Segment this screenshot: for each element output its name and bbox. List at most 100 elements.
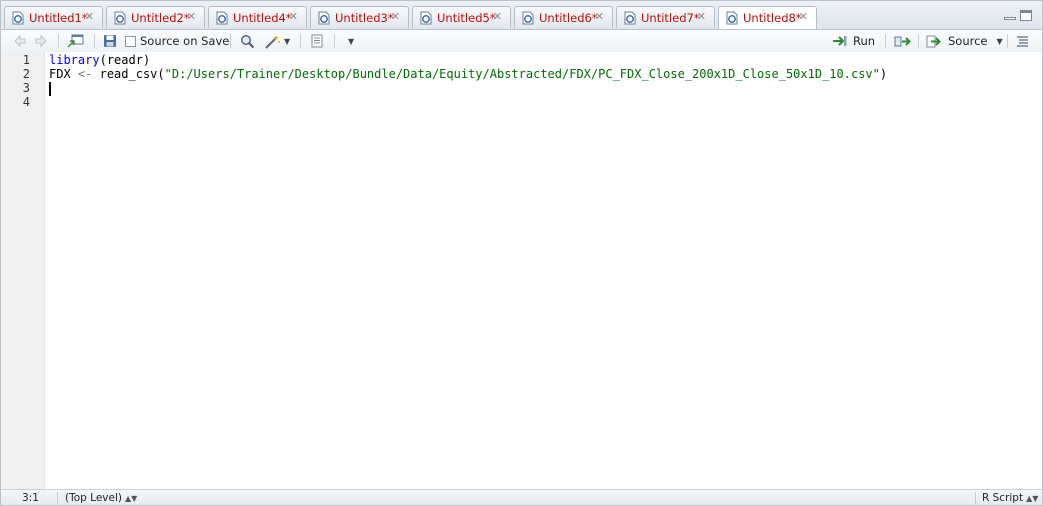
editor-toolbar: Source on Save ▼ ▼ Run Source ▼ <box>1 30 1042 53</box>
show-in-new-window-icon[interactable] <box>67 33 85 49</box>
tab-untitled3[interactable]: Untitled3* ✕ <box>310 6 409 28</box>
cursor-position: 3:1 <box>22 492 39 504</box>
up-down-icon: ▲▼ <box>124 494 138 503</box>
toolbar-divider <box>1007 34 1008 48</box>
status-divider <box>57 492 58 504</box>
tab-label: Untitled4* <box>233 10 292 25</box>
rerun-icon <box>894 36 911 46</box>
toolbar-divider <box>918 34 919 48</box>
toolbar-divider <box>885 34 886 48</box>
chevron-down-icon: ▼ <box>284 36 291 46</box>
tab-untitled1[interactable]: Untitled1* ✕ <box>4 6 103 28</box>
source-on-save-label: Source on Save <box>140 34 230 48</box>
tab-untitled8[interactable]: Untitled8* ✕ <box>718 6 817 29</box>
tab-untitled4[interactable]: Untitled4* ✕ <box>208 6 307 28</box>
code-paren: ( <box>157 67 165 81</box>
source-on-save-checkbox[interactable]: Source on Save <box>125 33 229 49</box>
code-line-2[interactable]: FDX <- read_csv("D:/Users/Trainer/Deskto… <box>49 67 887 81</box>
code-tools-menu[interactable]: ▼ <box>264 33 290 49</box>
chevron-down-icon[interactable]: ▼ <box>997 37 1003 46</box>
r-document-icon <box>420 11 432 24</box>
tab-label: Untitled7* <box>641 10 700 25</box>
source-button[interactable]: Source ▼ <box>926 33 1003 49</box>
tab-bar: Untitled1* ✕ Untitled2* ✕ Untitled4* ✕ U… <box>1 1 1042 30</box>
code-paren: ( <box>99 53 107 67</box>
tab-label: Untitled1* <box>29 10 88 25</box>
close-icon[interactable]: ✕ <box>697 11 706 23</box>
run-arrow-icon <box>833 36 847 46</box>
search-icon[interactable] <box>240 33 255 49</box>
chevron-down-icon: ▼ <box>348 36 355 46</box>
run-button[interactable]: Run <box>832 33 875 49</box>
r-document-icon <box>726 11 738 25</box>
tab-label: Untitled6* <box>539 10 598 25</box>
tab-untitled5[interactable]: Untitled5* ✕ <box>412 6 511 28</box>
file-type-selector[interactable]: R Script ▲▼ <box>982 491 1039 505</box>
tab-label: Untitled2* <box>131 10 190 25</box>
r-document-icon <box>114 11 126 24</box>
tab-untitled2[interactable]: Untitled2* ✕ <box>106 6 205 28</box>
toolbar-divider <box>230 34 231 48</box>
line-number: 4 <box>22 95 30 109</box>
line-number: 3 <box>22 81 30 95</box>
tab-untitled7[interactable]: Untitled7* ✕ <box>616 6 715 28</box>
code-string: "D:/Users/Trainer/Desktop/Bundle/Data/Eq… <box>164 67 880 81</box>
code-paren: ) <box>142 53 151 67</box>
forward-arrow-icon[interactable] <box>34 33 48 49</box>
code-argument: readr <box>106 53 143 67</box>
toolbar-divider <box>58 34 59 48</box>
code-function: library <box>49 53 100 67</box>
r-document-icon <box>522 11 534 24</box>
code-function: read_csv <box>99 67 158 81</box>
toolbar-divider <box>94 34 95 48</box>
checkbox-box[interactable] <box>125 35 136 47</box>
close-icon[interactable]: ✕ <box>187 11 196 23</box>
close-icon[interactable]: ✕ <box>799 11 808 23</box>
text-cursor <box>49 82 51 96</box>
r-document-icon <box>624 11 636 24</box>
scope-label: (Top Level) <box>65 492 122 504</box>
toolbar-divider <box>334 34 335 48</box>
tab-label: Untitled8* <box>743 11 802 25</box>
line-number: 2 <box>22 67 30 81</box>
more-options-menu[interactable]: ▼ <box>345 33 354 49</box>
toolbar-divider <box>300 34 301 48</box>
tab-label: Untitled5* <box>437 10 496 25</box>
save-icon[interactable] <box>103 33 117 49</box>
close-icon[interactable]: ✕ <box>85 11 94 23</box>
r-document-icon <box>318 11 330 24</box>
maximize-icon[interactable] <box>1020 10 1032 21</box>
code-paren: ) <box>879 67 888 81</box>
status-bar: 3:1 (Top Level) ▲▼ R Script ▲▼ <box>1 489 1042 505</box>
tab-untitled6[interactable]: Untitled6* ✕ <box>514 6 613 28</box>
back-arrow-icon[interactable] <box>13 33 27 49</box>
code-line-1[interactable]: library(readr) <box>49 53 150 67</box>
close-icon[interactable]: ✕ <box>391 11 400 23</box>
code-editor[interactable]: library(readr) FDX <- read_csv("D:/Users… <box>45 52 1042 489</box>
close-icon[interactable]: ✕ <box>493 11 502 23</box>
close-icon[interactable]: ✕ <box>595 11 604 23</box>
rerun-button[interactable] <box>894 33 912 49</box>
close-icon[interactable]: ✕ <box>289 11 298 23</box>
magic-wand-icon <box>265 34 280 49</box>
notebook-icon[interactable] <box>310 33 324 49</box>
editor-tabs: Untitled1* ✕ Untitled2* ✕ Untitled4* ✕ U… <box>4 6 820 29</box>
source-icon <box>926 35 941 47</box>
line-number-gutter: 1 2 3 4 <box>1 52 45 489</box>
status-divider <box>975 492 976 504</box>
r-document-icon <box>12 11 24 24</box>
code-variable: FDX <box>49 67 71 81</box>
window-controls <box>1004 10 1032 21</box>
up-down-icon: ▲▼ <box>1026 494 1039 503</box>
outline-icon[interactable] <box>1016 33 1029 49</box>
minimize-icon[interactable] <box>1004 10 1016 21</box>
line-number: 1 <box>22 53 30 67</box>
code-operator: <- <box>77 67 93 81</box>
r-document-icon <box>216 11 228 24</box>
run-label: Run <box>853 34 876 48</box>
scope-selector[interactable]: (Top Level) ▲▼ <box>65 491 138 505</box>
file-type-label: R Script <box>982 492 1024 504</box>
source-editor-pane: Untitled1* ✕ Untitled2* ✕ Untitled4* ✕ U… <box>0 0 1043 506</box>
tab-label: Untitled3* <box>335 10 394 25</box>
source-label: Source <box>948 34 988 48</box>
